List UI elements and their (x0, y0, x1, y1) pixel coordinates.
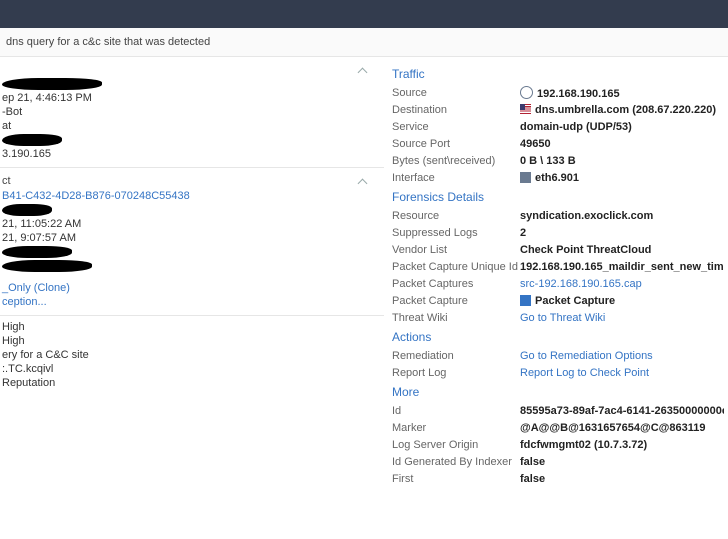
label: Suppressed Logs (392, 227, 520, 239)
chevron-up-icon (358, 179, 368, 189)
label: Marker (392, 422, 520, 434)
collapse-toggle[interactable] (0, 63, 384, 77)
section-header: ct (0, 172, 384, 189)
value-source-port: 49650 (520, 138, 724, 150)
profile-line-2: at (0, 119, 384, 133)
redacted-field (0, 203, 384, 217)
rule-id: :.TC.kcqivl (0, 362, 384, 376)
label: Bytes (sent\received) (392, 155, 520, 167)
label: Threat Wiki (392, 312, 520, 324)
value-service: domain-udp (UDP/53) (520, 121, 724, 133)
value-log-id: 85595a73-89af-7ac4-6141-26350000000e (520, 405, 724, 417)
uuid-link[interactable]: B41-C432-4D28-B876-070248C55438 (2, 190, 190, 202)
left-panel: ep 21, 4:46:13 PM -Bot at 3.190.165 ct B… (0, 57, 386, 534)
label: Log Server Origin (392, 439, 520, 451)
threat-wiki-link[interactable]: Go to Threat Wiki (520, 312, 605, 324)
value-generated: false (520, 456, 724, 468)
event-description: dns query for a c&c site that was detect… (0, 28, 728, 57)
source-ip: 3.190.165 (0, 147, 384, 161)
label: Packet Captures (392, 278, 520, 290)
value-resource: syndication.exoclick.com (520, 210, 724, 222)
rule-description: ery for a C&C site (0, 348, 384, 362)
redacted-field (0, 245, 384, 259)
label: Id (392, 405, 520, 417)
redacted-field (0, 133, 384, 147)
label: Packet Capture (392, 295, 520, 307)
severity-1: High (0, 320, 384, 334)
value-source-ip: 192.168.190.165 (520, 86, 724, 100)
label: Destination (392, 104, 520, 116)
report-log-link[interactable]: Report Log to Check Point (520, 367, 649, 379)
remediation-link[interactable]: Go to Remediation Options (520, 350, 653, 362)
value-destination: dns.umbrella.com (208.67.220.220) (520, 104, 724, 116)
value-interface: eth6.901 (520, 172, 724, 184)
timestamp-1: 21, 11:05:22 AM (0, 217, 384, 231)
profile-line-1: -Bot (0, 105, 384, 119)
top-bar (0, 0, 728, 28)
label: Source Port (392, 138, 520, 150)
value-pcap-id: 192.168.190.165_maildir_sent_new_time163… (520, 261, 724, 273)
severity-2: High (0, 334, 384, 348)
policy-clone-link[interactable]: _Only (Clone) (2, 282, 70, 294)
exception-link[interactable]: ception... (2, 296, 47, 308)
value-vendor: Check Point ThreatCloud (520, 244, 724, 256)
redacted-field (0, 259, 384, 273)
right-panel: Traffic Source192.168.190.165 Destinatio… (386, 57, 728, 534)
label: Vendor List (392, 244, 520, 256)
pcap-download-link[interactable]: src-192.168.190.165.cap (520, 278, 642, 290)
packet-capture-icon (520, 295, 531, 306)
section-traffic-title: Traffic (392, 67, 724, 81)
value-suppressed: 2 (520, 227, 724, 239)
label: Packet Capture Unique Id (392, 261, 520, 273)
section-actions-title: Actions (392, 330, 724, 344)
section-forensics-title: Forensics Details (392, 190, 724, 204)
flag-us-icon (520, 104, 531, 115)
label: Resource (392, 210, 520, 222)
globe-icon (520, 86, 533, 99)
label: First (392, 473, 520, 485)
value-bytes: 0 B \ 133 B (520, 155, 724, 167)
label: Interface (392, 172, 520, 184)
value-marker: @A@@B@1631657654@C@863119 (520, 422, 724, 434)
value-log-origin: fdcfwmgmt02 (10.7.3.72) (520, 439, 724, 451)
value-first: false (520, 473, 724, 485)
section-more-title: More (392, 385, 724, 399)
label: Service (392, 121, 520, 133)
main-content: ep 21, 4:46:13 PM -Bot at 3.190.165 ct B… (0, 57, 728, 534)
intel-source: Reputation (0, 376, 384, 390)
redacted-field (0, 77, 384, 91)
label: Remediation (392, 350, 520, 362)
interface-icon (520, 172, 531, 183)
chevron-up-icon (358, 68, 368, 77)
timestamp-2: 21, 9:07:57 AM (0, 231, 384, 245)
value-packet-capture: Packet Capture (520, 295, 724, 307)
event-time: ep 21, 4:46:13 PM (0, 91, 384, 105)
label: Id Generated By Indexer (392, 456, 520, 468)
label: Report Log (392, 367, 520, 379)
label: Source (392, 87, 520, 99)
